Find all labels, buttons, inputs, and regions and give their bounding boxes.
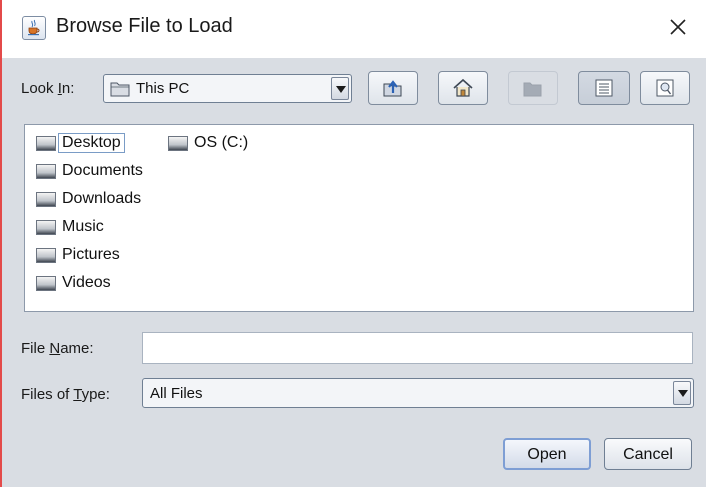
file-list[interactable]: Desktop Documents Downloads Music Pictur… — [24, 124, 694, 312]
list-view-button[interactable] — [578, 71, 630, 105]
chevron-down-icon[interactable] — [331, 77, 349, 100]
list-item[interactable]: OS (C:) — [168, 132, 278, 154]
chevron-down-icon[interactable] — [673, 381, 691, 405]
list-item[interactable]: Pictures — [36, 244, 166, 266]
create-new-folder-button[interactable] — [508, 71, 558, 105]
folder-up-icon — [383, 80, 402, 97]
files-of-type-value: All Files — [150, 385, 203, 402]
details-view-icon — [656, 79, 674, 97]
browse-file-dialog: Browse File to Load Look In: This PC Des… — [2, 0, 706, 487]
look-in-combo[interactable]: This PC — [103, 74, 352, 103]
list-item[interactable]: Downloads — [36, 188, 166, 210]
drive-icon — [36, 276, 56, 291]
drive-icon — [36, 136, 56, 151]
dialog-title: Browse File to Load — [56, 15, 233, 37]
look-in-label: Look In: — [21, 80, 75, 97]
up-one-level-button[interactable] — [368, 71, 418, 105]
file-name-input[interactable] — [142, 332, 693, 364]
drive-icon — [36, 192, 56, 207]
drive-icon — [36, 164, 56, 179]
title-bar: Browse File to Load — [2, 0, 706, 58]
list-item[interactable]: Music — [36, 216, 166, 238]
drive-icon — [36, 248, 56, 263]
list-item[interactable]: Desktop — [36, 132, 156, 154]
details-view-button[interactable] — [640, 71, 690, 105]
drive-icon — [36, 220, 56, 235]
files-of-type-label: Files of Type: — [21, 386, 110, 403]
list-item[interactable]: Videos — [36, 272, 166, 294]
close-icon[interactable] — [665, 14, 691, 40]
open-button[interactable]: Open — [503, 438, 591, 470]
home-button[interactable] — [438, 71, 488, 105]
folder-icon — [110, 80, 130, 102]
java-cup-icon — [22, 16, 46, 40]
drive-icon — [168, 136, 188, 151]
look-in-value: This PC — [136, 80, 190, 97]
list-view-icon — [595, 79, 613, 97]
home-icon — [453, 78, 473, 97]
new-folder-icon — [523, 82, 542, 97]
file-name-label: File Name: — [21, 340, 94, 357]
files-of-type-combo[interactable]: All Files — [142, 378, 694, 408]
cancel-button[interactable]: Cancel — [604, 438, 692, 470]
list-item[interactable]: Documents — [36, 160, 166, 182]
